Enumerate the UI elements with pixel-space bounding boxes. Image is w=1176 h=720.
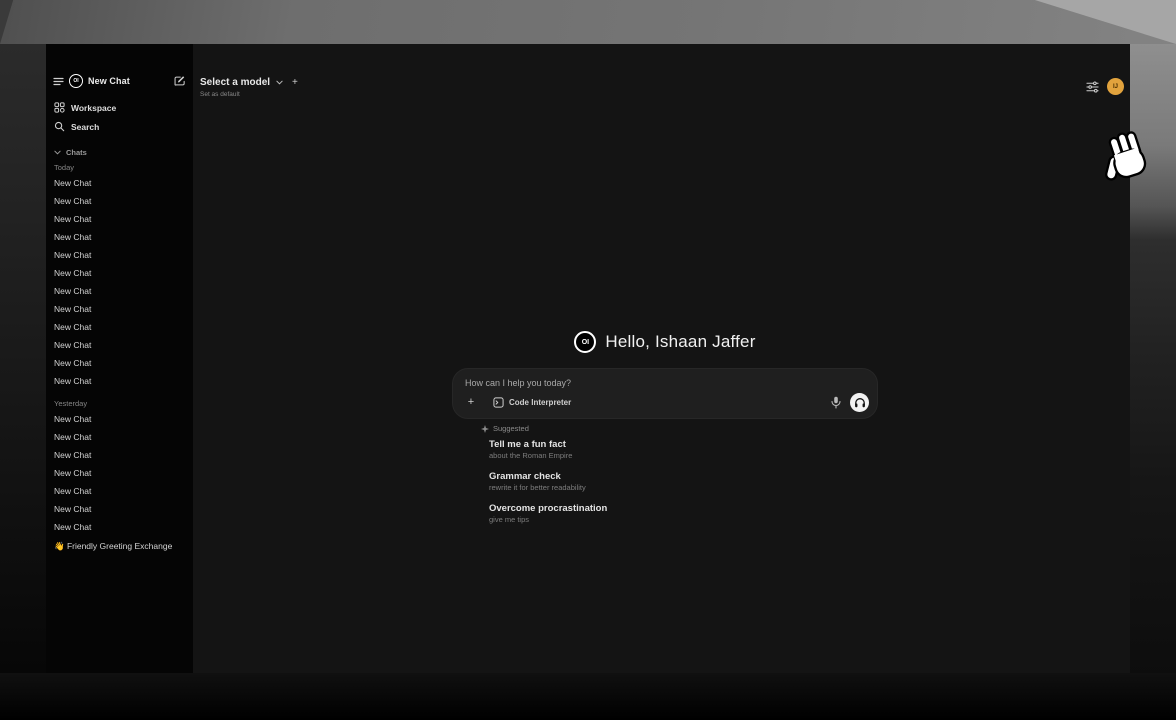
- chat-item[interactable]: New Chat: [46, 482, 193, 500]
- welcome-panel: OI Hello, Ishaan Jaffer How can I help y…: [452, 324, 878, 354]
- sidebar: OI New Chat Wo: [46, 44, 193, 673]
- attach-button[interactable]: +: [463, 394, 479, 410]
- code-interpreter-label: Code Interpreter: [509, 398, 571, 407]
- chat-group-label: Yesterday: [46, 398, 193, 410]
- sidebar-nav: Workspace Search: [46, 98, 193, 136]
- model-selector-block: Select a model + Set as default: [200, 77, 298, 98]
- chat-list: TodayNew ChatNew ChatNew ChatNew ChatNew…: [46, 162, 193, 555]
- main-area: Select a model + Set as default: [193, 44, 1130, 673]
- suggestion-subtitle: give me tips: [489, 515, 869, 525]
- greeting-row: OI Hello, Ishaan Jaffer: [452, 330, 878, 354]
- wallpaper-top-band: [0, 0, 1176, 44]
- model-selector[interactable]: Select a model +: [200, 77, 298, 88]
- suggested-header: Suggested: [481, 424, 529, 433]
- suggestion-title: Grammar check: [489, 470, 869, 483]
- wallpaper-left: [0, 44, 46, 720]
- chat-item[interactable]: New Chat: [46, 372, 193, 390]
- new-chat-button[interactable]: [173, 75, 185, 87]
- sidebar-item-label: Workspace: [71, 103, 116, 113]
- chat-item[interactable]: New Chat: [46, 428, 193, 446]
- suggestion-item[interactable]: Grammar checkrewrite it for better reada…: [489, 470, 869, 493]
- controls-button[interactable]: [1086, 81, 1099, 93]
- sliders-icon: [1086, 81, 1099, 93]
- suggestion-subtitle: rewrite it for better readability: [489, 483, 869, 493]
- chat-item[interactable]: New Chat: [46, 518, 193, 536]
- suggestions-list: Tell me a fun factabout the Roman Empire…: [489, 438, 869, 534]
- composer-toolbar: + Code Interpreter: [463, 392, 869, 412]
- chat-item[interactable]: New Chat: [46, 246, 193, 264]
- model-selector-label: Select a model: [200, 77, 270, 88]
- sidebar-toggle-button[interactable]: [53, 77, 64, 86]
- sidebar-item-label: Search: [71, 122, 99, 132]
- sidebar-title: New Chat: [88, 76, 168, 86]
- chat-item[interactable]: New Chat: [46, 464, 193, 482]
- app-window: OI New Chat Wo: [46, 44, 1130, 673]
- microphone-icon: [831, 396, 841, 409]
- chat-item[interactable]: New Chat: [46, 192, 193, 210]
- sidebar-item-search[interactable]: Search: [46, 117, 193, 136]
- chat-item[interactable]: New Chat: [46, 264, 193, 282]
- add-model-button[interactable]: +: [292, 77, 298, 88]
- chat-item[interactable]: New Chat: [46, 228, 193, 246]
- app-logo-icon: OI: [574, 331, 596, 353]
- chat-item[interactable]: New Chat: [46, 354, 193, 372]
- chats-section-label: Chats: [66, 148, 87, 157]
- chat-item[interactable]: New Chat: [46, 336, 193, 354]
- suggestion-subtitle: about the Roman Empire: [489, 451, 869, 461]
- sidebar-item-workspace[interactable]: Workspace: [46, 98, 193, 117]
- chat-item[interactable]: New Chat: [46, 300, 193, 318]
- message-composer: How can I help you today? + Code Interpr…: [452, 368, 878, 419]
- user-avatar[interactable]: IJ: [1107, 78, 1124, 95]
- chat-item[interactable]: New Chat: [46, 446, 193, 464]
- code-interpreter-toggle[interactable]: Code Interpreter: [493, 397, 571, 408]
- wallpaper-right: [1130, 44, 1176, 720]
- terminal-icon: [493, 397, 504, 408]
- sparkle-icon: [481, 425, 489, 433]
- greeting-text: Hello, Ishaan Jaffer: [605, 332, 755, 352]
- message-input[interactable]: How can I help you today?: [465, 378, 865, 388]
- composer-actions: [831, 393, 869, 412]
- header-actions: IJ: [1086, 78, 1124, 95]
- suggested-label: Suggested: [493, 424, 529, 433]
- chats-section-toggle[interactable]: Chats: [46, 146, 193, 158]
- voice-call-button[interactable]: [850, 393, 869, 412]
- chevron-down-icon: [276, 80, 283, 85]
- search-icon: [54, 121, 65, 132]
- suggestion-title: Overcome procrastination: [489, 502, 869, 515]
- chat-item[interactable]: New Chat: [46, 500, 193, 518]
- wallpaper-bottom: [0, 673, 1176, 720]
- headphones-icon: [854, 397, 866, 408]
- set-as-default-button[interactable]: Set as default: [200, 91, 298, 98]
- chat-item-named[interactable]: 👋 Friendly Greeting Exchange: [46, 537, 193, 555]
- voice-input-button[interactable]: [831, 396, 841, 409]
- workspace-icon: [54, 102, 65, 113]
- suggestion-title: Tell me a fun fact: [489, 438, 869, 451]
- chat-item[interactable]: New Chat: [46, 174, 193, 192]
- chat-item[interactable]: New Chat: [46, 410, 193, 428]
- chat-group-label: Today: [46, 162, 193, 174]
- chat-item[interactable]: New Chat: [46, 318, 193, 336]
- suggestion-item[interactable]: Overcome procrastinationgive me tips: [489, 502, 869, 525]
- sidebar-header: OI New Chat: [53, 72, 185, 90]
- chat-item[interactable]: New Chat: [46, 210, 193, 228]
- hamburger-icon: [53, 77, 64, 86]
- suggestion-item[interactable]: Tell me a fun factabout the Roman Empire: [489, 438, 869, 461]
- chevron-down-icon: [54, 150, 61, 155]
- app-logo-icon: OI: [69, 74, 83, 88]
- chat-item[interactable]: New Chat: [46, 282, 193, 300]
- desktop: OI New Chat Wo: [0, 0, 1176, 720]
- pencil-icon: [173, 75, 185, 87]
